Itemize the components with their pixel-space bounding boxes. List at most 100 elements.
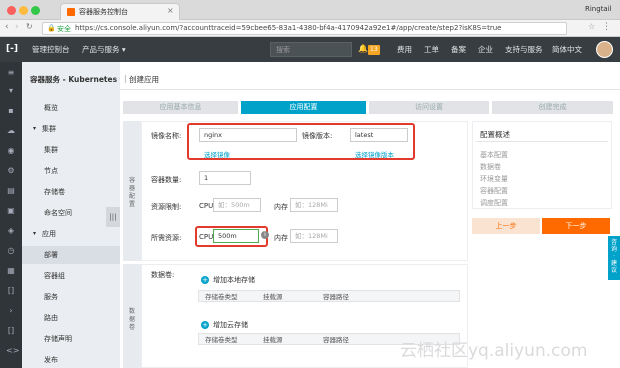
info-icon[interactable]: i — [261, 231, 269, 239]
avatar[interactable] — [596, 41, 613, 58]
cpu-request-input[interactable]: 500m — [213, 229, 259, 243]
reload-icon[interactable]: ↻ — [26, 22, 33, 31]
sidebar-item-label: 服务 — [44, 293, 58, 301]
sidebar-item-overview[interactable]: 概览 — [22, 99, 120, 117]
sidebar-item-deployments[interactable]: 部署 — [22, 246, 120, 264]
browser-tab-bar: 容器服务控制台 × Ringtail — [0, 0, 620, 20]
monitor-icon[interactable]: ▣ — [6, 206, 16, 216]
cloud-icon[interactable]: ☁ — [6, 126, 16, 136]
browser-tab-title: 容器服务控制台 — [79, 8, 128, 16]
security-icon[interactable]: ◈ — [6, 226, 16, 236]
sidebar-item-label: 发布 — [44, 356, 58, 364]
sidebar-item-nodes[interactable]: 节点 — [22, 162, 120, 180]
sidebar-section-apps[interactable]: ▾ 应用 — [22, 225, 120, 243]
sidebar-item-clusters[interactable]: 集群 — [22, 141, 120, 159]
image-name-input[interactable]: nginx — [199, 128, 297, 142]
expand-icon[interactable]: ▾ — [6, 86, 16, 96]
page-title: 创建应用 — [129, 75, 159, 84]
image-version-label: 镜像版本: — [302, 132, 333, 140]
image-version-input[interactable]: latest — [350, 128, 408, 142]
console-home-link[interactable]: 管理控制台 — [32, 44, 70, 55]
storage-icon[interactable]: ▤ — [6, 186, 16, 196]
mem-request-input[interactable]: 如：128Mi — [290, 229, 338, 243]
bracket-icon[interactable]: [] — [6, 286, 16, 296]
resource-limit-label: 资源限制: — [151, 203, 182, 211]
feedback-float-tab[interactable]: 咨询·建议 — [608, 236, 620, 280]
arrow-icon[interactable]: › — [6, 306, 16, 316]
zoom-window-button[interactable] — [31, 6, 40, 15]
select-image-link[interactable]: 选择镜像 — [204, 149, 230, 159]
nav-item-billing[interactable]: 费用 — [397, 44, 412, 55]
container-config-label: 容器配置 — [128, 177, 135, 208]
nav-item-language[interactable]: 简体中文 — [552, 44, 582, 55]
prev-step-button[interactable]: 上一步 — [472, 218, 540, 234]
sidebar-item-pvc[interactable]: 存储声明 — [22, 330, 120, 348]
sidebar-item-release[interactable]: 发布 — [22, 351, 120, 368]
col-volume-type: 存储卷类型 — [205, 293, 238, 301]
sidebar-item-services[interactable]: 服务 — [22, 288, 120, 306]
minimize-window-button[interactable] — [19, 6, 28, 15]
mem-limit-input[interactable]: 如：128Mi — [290, 198, 338, 212]
notification-badge: 13 — [368, 45, 380, 55]
replicas-input[interactable]: 1 — [199, 171, 251, 185]
add-cloud-storage-button[interactable]: + 增加云存储 — [201, 320, 248, 330]
plus-icon: + — [201, 276, 209, 284]
bell-icon[interactable]: 🔔 — [358, 44, 368, 53]
next-step-button[interactable]: 下一步 — [542, 218, 610, 234]
sidebar-item-label: 路由 — [44, 314, 58, 322]
nav-item-enterprise[interactable]: 企业 — [478, 44, 493, 55]
image-name-label: 镜像名称: — [151, 132, 182, 140]
sidebar-item-volumes[interactable]: 存储卷 — [22, 183, 120, 201]
summary-item-env[interactable]: 环境变量 — [480, 174, 508, 184]
browser-profile-name[interactable]: Ringtail — [585, 5, 612, 13]
summary-item-basic[interactable]: 基本配置 — [480, 150, 508, 160]
browser-menu-icon[interactable]: ⋮ — [602, 22, 611, 32]
sidebar-item-ingress[interactable]: 路由 — [22, 309, 120, 327]
sidebar-item-label: 容器组 — [44, 272, 65, 280]
summary-divider — [476, 141, 608, 142]
summary-item-volumes[interactable]: 数据卷 — [480, 162, 501, 172]
sidebar-section-cluster[interactable]: ▾ 集群 — [22, 120, 120, 138]
code-icon[interactable]: <> — [6, 346, 19, 356]
title-bar-icon: | — [124, 74, 127, 83]
forward-icon[interactable]: › — [15, 22, 19, 32]
aliyun-logo-icon[interactable]: [-] — [6, 44, 18, 54]
search-placeholder: 搜索 — [276, 46, 290, 54]
resource-request-label: 所需资源: — [151, 234, 182, 242]
products-menu[interactable]: 产品与服务 ▾ — [82, 44, 126, 55]
watermark: 云栖社区yq.aliyun.com — [400, 341, 588, 361]
cpu-limit-input[interactable]: 如：500m — [213, 198, 261, 212]
mem-request-placeholder: 如：128Mi — [295, 232, 328, 240]
col-container-path: 容器路径 — [323, 293, 349, 301]
menu-icon[interactable]: ≡ — [6, 68, 16, 78]
back-icon[interactable]: ‹ — [5, 22, 9, 32]
sidebar-item-label: 存储卷 — [44, 188, 65, 196]
ecs-icon[interactable]: ▪ — [6, 106, 16, 116]
summary-item-container[interactable]: 容器配置 — [480, 186, 508, 196]
sidebar-item-pods[interactable]: 容器组 — [22, 267, 120, 285]
close-window-button[interactable] — [7, 6, 16, 15]
sidebar-collapse-handle[interactable]: ||| — [106, 207, 120, 227]
container-icon[interactable]: ▦ — [6, 266, 16, 276]
sidebar-item-label: 部署 — [44, 251, 58, 259]
summary-item-scheduling[interactable]: 调度配置 — [480, 198, 508, 208]
bookmark-star-icon[interactable]: ☆ — [588, 22, 595, 31]
bracket2-icon[interactable]: [] — [6, 326, 16, 336]
select-image-version-link[interactable]: 选择镜像版本 — [355, 149, 394, 159]
step-access-settings: 访问设置 — [369, 101, 489, 114]
network-icon[interactable]: ⚙ — [6, 166, 16, 176]
url-input[interactable]: 🔒 安全 https://cs.console.aliyun.com/?acco… — [42, 22, 567, 35]
nav-item-icp[interactable]: 备案 — [451, 44, 466, 55]
time-icon[interactable]: ◷ — [6, 246, 16, 256]
nav-item-tickets[interactable]: 工单 — [424, 44, 439, 55]
sidebar-title[interactable]: 容器服务 - Kubernetes ▾ — [30, 74, 123, 85]
database-icon[interactable]: ◉ — [6, 146, 16, 156]
add-local-storage-button[interactable]: + 增加本地存储 — [201, 275, 255, 285]
col-volume-type: 存储卷类型 — [205, 336, 238, 344]
cpu-limit-placeholder: 如：500m — [218, 201, 250, 209]
nav-item-support[interactable]: 支持与服务 — [505, 44, 543, 55]
search-input[interactable]: 搜索 — [270, 42, 352, 57]
feedback-float-label: 咨询·建议 — [610, 239, 617, 274]
close-tab-icon[interactable]: × — [167, 6, 174, 15]
browser-tab[interactable]: 容器服务控制台 × — [60, 3, 180, 20]
